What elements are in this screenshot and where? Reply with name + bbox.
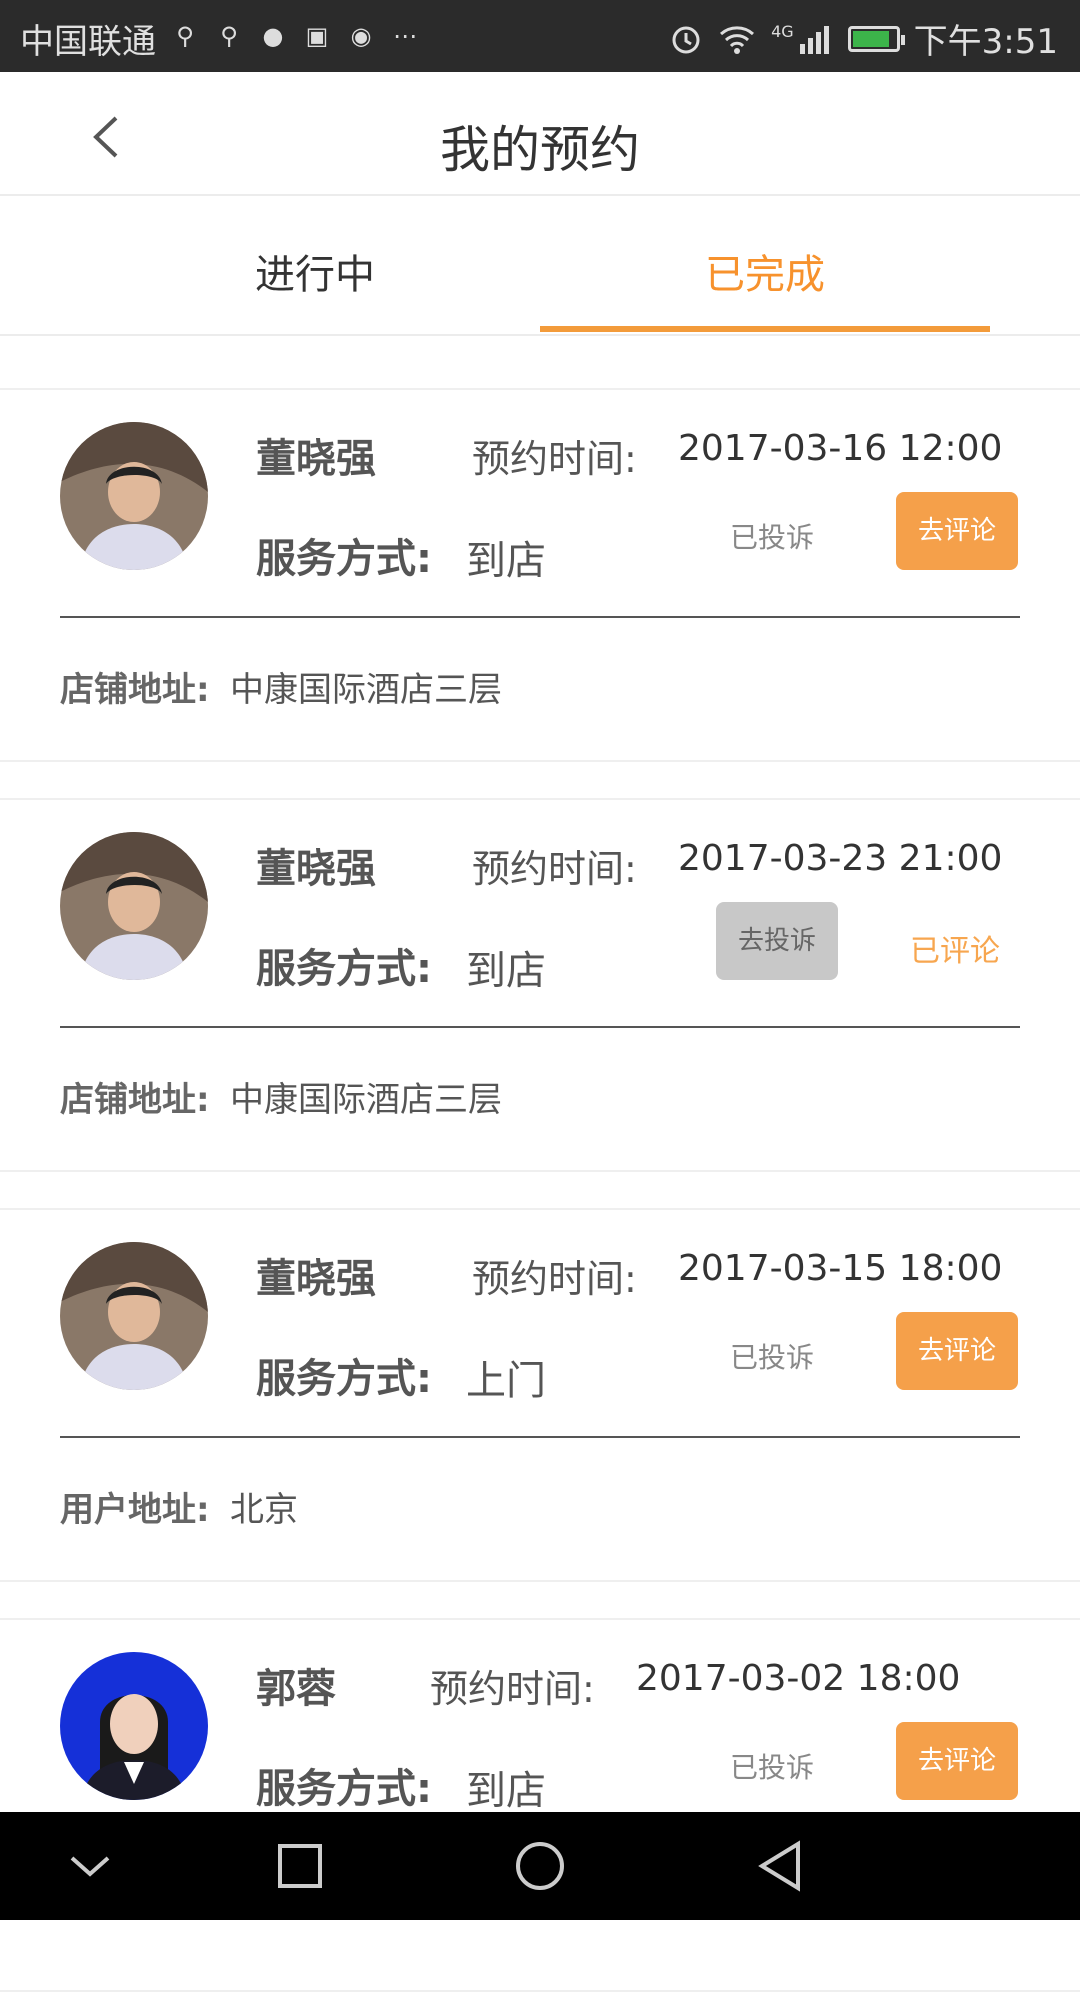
address-value: 中康国际酒店三层 xyxy=(230,1080,502,1120)
avatar xyxy=(60,422,208,570)
appointment-card[interactable]: 董晓强 预约时间: 2017-03-23 21:00 服务方式: 到店 去投诉 … xyxy=(0,798,1080,1172)
time-label: 预约时间: xyxy=(472,1257,637,1301)
address-value: 北京 xyxy=(230,1490,298,1530)
address-value: 中康国际酒店三层 xyxy=(230,670,502,710)
appointment-time: 2017-03-16 12:00 xyxy=(678,428,1003,469)
time-label: 预约时间: xyxy=(430,1667,595,1711)
address-label: 店铺地址: xyxy=(60,1080,210,1120)
service-method: 上门 xyxy=(466,1358,546,1404)
battery-icon xyxy=(847,25,905,52)
appointment-card[interactable]: 董晓强 预约时间: 2017-03-16 12:00 服务方式: 到店 已投诉 … xyxy=(0,388,1080,762)
complaint-button[interactable]: 去投诉 xyxy=(716,902,838,980)
alarm-icon xyxy=(672,26,700,53)
chevron-down-icon[interactable] xyxy=(62,1838,118,1894)
recent-apps-icon[interactable] xyxy=(272,1838,328,1894)
notification-icons: ⚲ ⚲ ● ▣ ◉ ⋯ xyxy=(170,16,420,56)
customer-name: 郭蓉 xyxy=(256,1666,336,1712)
status-bar: 中国联通 ⚲ ⚲ ● ▣ ◉ ⋯ 4G 下午3:51 xyxy=(0,0,1080,72)
divider xyxy=(60,1026,1020,1028)
customer-name: 董晓强 xyxy=(256,436,376,482)
complaint-status: 已投诉 xyxy=(730,1751,815,1784)
time-label: 预约时间: xyxy=(472,847,637,891)
address-label: 店铺地址: xyxy=(60,670,210,710)
review-button[interactable]: 去评论 xyxy=(896,1312,1018,1390)
clock: 下午3:51 xyxy=(913,22,1058,62)
complaint-status: 已投诉 xyxy=(730,521,815,554)
huawei-icon: ▣ xyxy=(305,22,329,50)
page-title: 我的预约 xyxy=(440,121,640,179)
divider xyxy=(60,616,1020,618)
service-label: 服务方式: xyxy=(256,1356,432,1402)
network-type: 4G xyxy=(771,22,794,41)
tab-in-progress[interactable]: 进行中 xyxy=(90,242,540,300)
service-method: 到店 xyxy=(466,1768,546,1814)
avatar xyxy=(60,1242,208,1390)
review-button[interactable]: 去评论 xyxy=(896,1722,1018,1800)
active-tab-indicator xyxy=(540,326,990,332)
wechat-icon: ● xyxy=(262,22,284,50)
status-right: 4G 下午3:51 xyxy=(669,14,1058,63)
address-label: 用户地址: xyxy=(60,1490,210,1530)
tab-bar: 进行中 已完成 xyxy=(0,196,1080,336)
avatar xyxy=(60,1652,208,1800)
service-label: 服务方式: xyxy=(256,1766,432,1812)
complaint-status: 已投诉 xyxy=(730,1341,815,1374)
app-header: 我的预约 xyxy=(0,72,1080,196)
review-status: 已评论 xyxy=(910,934,1000,969)
appointment-card[interactable]: 郭蓉 预约时间: 2017-03-02 18:00 服务方式: 到店 已投诉 去… xyxy=(0,1618,1080,1992)
customer-name: 董晓强 xyxy=(256,846,376,892)
carrier-name: 中国联通 xyxy=(20,22,156,62)
divider xyxy=(60,1436,1020,1438)
appointment-card[interactable]: 董晓强 预约时间: 2017-03-15 18:00 服务方式: 上门 已投诉 … xyxy=(0,1208,1080,1582)
avatar xyxy=(60,832,208,980)
time-label: 预约时间: xyxy=(472,437,637,481)
signal-icon xyxy=(799,25,829,54)
service-label: 服务方式: xyxy=(256,946,432,992)
system-nav-bar xyxy=(0,1812,1080,1920)
map-icon: ◉ xyxy=(350,22,372,50)
appointment-time: 2017-03-15 18:00 xyxy=(678,1248,1003,1289)
customer-name: 董晓强 xyxy=(256,1256,376,1302)
usb-icon: ⚲ xyxy=(220,22,238,50)
service-method: 到店 xyxy=(466,538,546,584)
appointment-time: 2017-03-23 21:00 xyxy=(678,838,1003,879)
service-label: 服务方式: xyxy=(256,536,432,582)
tab-completed[interactable]: 已完成 xyxy=(540,242,990,300)
review-button[interactable]: 去评论 xyxy=(896,492,1018,570)
wifi-icon xyxy=(720,25,755,54)
usb-icon: ⚲ xyxy=(176,22,194,50)
appointment-time: 2017-03-02 18:00 xyxy=(636,1658,961,1699)
back-triangle-icon[interactable] xyxy=(752,1838,808,1894)
service-method: 到店 xyxy=(466,948,546,994)
more-icon: ⋯ xyxy=(393,22,417,50)
home-icon[interactable] xyxy=(512,1838,568,1894)
